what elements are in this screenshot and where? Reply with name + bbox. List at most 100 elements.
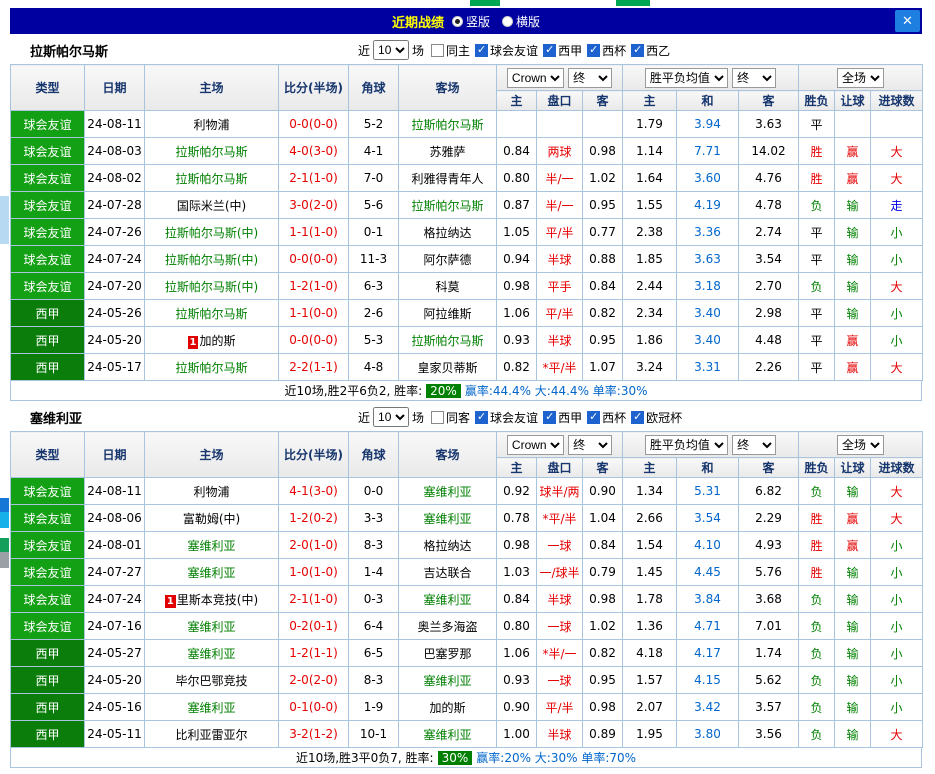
eu-away-odds-cell: 2.29 xyxy=(739,505,799,532)
result-cell: 胜 xyxy=(799,138,835,165)
date-cell: 24-05-16 xyxy=(85,694,145,721)
league-filter-checkbox[interactable]: 西乙 xyxy=(631,42,670,59)
home-team-cell: 利物浦 xyxy=(145,478,279,505)
handicap-line-cell: 半球 xyxy=(537,586,583,613)
score-cell: 1-0(1-0) xyxy=(279,559,349,586)
away-team-name: 科莫 xyxy=(435,280,459,294)
type-cell: 西甲 xyxy=(11,354,85,381)
goals-result-cell: 小 xyxy=(871,559,923,586)
match-count-select[interactable]: 10 xyxy=(373,407,409,427)
result-cell: 平 xyxy=(799,327,835,354)
eu-draw-odds-cell: 7.71 xyxy=(677,138,739,165)
home-team-cell: 拉斯帕尔马斯 xyxy=(145,300,279,327)
date-cell: 24-08-02 xyxy=(85,165,145,192)
table-row: 西甲 24-05-26 拉斯帕尔马斯 1-1(0-0) 2-6 阿拉维斯 1.0… xyxy=(11,300,923,327)
score-cell: 0-0(0-0) xyxy=(279,327,349,354)
away-team-name: 皇家贝蒂斯 xyxy=(417,361,477,375)
league-filter-checkbox[interactable]: 西杯 xyxy=(587,409,626,426)
full-match-select[interactable]: 全场 xyxy=(837,68,884,88)
final-odds-select[interactable]: 终 xyxy=(568,435,612,455)
league-filter-checkbox[interactable]: 西甲 xyxy=(543,42,582,59)
eu-draw-odds-cell: 3.42 xyxy=(677,694,739,721)
score-cell: 0-1(0-0) xyxy=(279,694,349,721)
avg-odds-select[interactable]: 胜平负均值 xyxy=(645,68,728,88)
handicap-result-cell: 赢 xyxy=(835,505,871,532)
type-cell: 球会友谊 xyxy=(11,273,85,300)
ah-home-odds-cell: 0.90 xyxy=(497,694,537,721)
goals-result-cell: 小 xyxy=(871,246,923,273)
full-match-select[interactable]: 全场 xyxy=(837,435,884,455)
eu-draw-odds-cell: 3.40 xyxy=(677,300,739,327)
final-avg-select[interactable]: 终 xyxy=(732,435,776,455)
result-cell: 负 xyxy=(799,192,835,219)
handicap-line-cell: 平手 xyxy=(537,273,583,300)
handicap-line-cell: 平/半 xyxy=(537,219,583,246)
handicap-line-cell: 半球 xyxy=(537,327,583,354)
edge-block-blue[interactable] xyxy=(0,498,9,512)
same-venue-filter[interactable]: 同客 xyxy=(431,409,470,426)
ah-home-odds-cell: 1.06 xyxy=(497,300,537,327)
edge-block-green[interactable] xyxy=(0,538,9,552)
home-team-cell: 1里斯本竞技(中) xyxy=(145,586,279,613)
edge-block-gray[interactable] xyxy=(0,552,9,568)
league-filter-checkbox[interactable]: 西杯 xyxy=(587,42,626,59)
corners-cell: 5-3 xyxy=(349,327,399,354)
final-odds-select[interactable]: 终 xyxy=(568,68,612,88)
col-header-eu-away: 客 xyxy=(739,458,799,478)
score-cell: 2-0(2-0) xyxy=(279,667,349,694)
eu-draw-odds-cell: 3.94 xyxy=(677,111,739,138)
col-header-eu-away: 客 xyxy=(739,91,799,111)
same-venue-filter[interactable]: 同主 xyxy=(431,42,470,59)
goals-result-cell: 大 xyxy=(871,165,923,192)
vertical-layout-radio[interactable]: 竖版 xyxy=(452,13,490,30)
match-count-select[interactable]: 10 xyxy=(373,40,409,60)
summary-row: 近10场,胜3平0负7, 胜率: 30% 赢率:20% 大:30% 单率:70% xyxy=(10,748,922,768)
handicap-line-cell: *平/半 xyxy=(537,505,583,532)
eu-home-odds-cell: 1.78 xyxy=(623,586,677,613)
horizontal-layout-radio[interactable]: 横版 xyxy=(502,13,540,30)
eu-home-odds-cell: 2.66 xyxy=(623,505,677,532)
col-header-away: 客场 xyxy=(399,65,497,111)
ah-home-odds-cell: 1.03 xyxy=(497,559,537,586)
home-team-name: 利物浦 xyxy=(193,485,229,499)
score-cell: 3-2(1-2) xyxy=(279,721,349,748)
home-team-name: 加的斯 xyxy=(199,334,235,348)
table-row: 西甲 24-05-16 塞维利亚 0-1(0-0) 1-9 加的斯 0.90 平… xyxy=(11,694,923,721)
date-cell: 24-08-01 xyxy=(85,532,145,559)
eu-draw-odds-cell: 3.18 xyxy=(677,273,739,300)
win-rate-badge: 30% xyxy=(438,751,473,765)
corners-cell: 8-3 xyxy=(349,532,399,559)
away-team-name: 格拉纳达 xyxy=(423,226,471,240)
table-row: 西甲 24-05-20 毕尔巴鄂竞技 2-0(2-0) 8-3 塞维利亚 0.9… xyxy=(11,667,923,694)
ah-home-odds-cell: 0.93 xyxy=(497,667,537,694)
goals-result-cell: 大 xyxy=(871,138,923,165)
score-cell: 1-2(1-0) xyxy=(279,273,349,300)
eu-home-odds-cell: 1.54 xyxy=(623,532,677,559)
league-filter-checkbox[interactable]: 球会友谊 xyxy=(475,42,538,59)
ah-home-odds-cell: 0.93 xyxy=(497,327,537,354)
avg-odds-select[interactable]: 胜平负均值 xyxy=(645,435,728,455)
table-row: 球会友谊 24-08-11 利物浦 0-0(0-0) 5-2 拉斯帕尔马斯 1.… xyxy=(11,111,923,138)
handicap-result-cell: 输 xyxy=(835,667,871,694)
handicap-line-cell: 平/半 xyxy=(537,300,583,327)
league-filter-checkbox[interactable]: 欧冠杯 xyxy=(631,409,682,426)
radio-label: 竖版 xyxy=(466,13,490,30)
date-cell: 24-07-27 xyxy=(85,559,145,586)
close-button[interactable]: ✕ xyxy=(895,10,920,32)
score-cell: 4-1(3-0) xyxy=(279,478,349,505)
bookmaker-select[interactable]: Crown xyxy=(507,435,564,455)
summary-text: 近10场,胜2平6负2, 胜率: xyxy=(284,382,422,399)
edge-block-cyan[interactable] xyxy=(0,512,9,528)
date-cell: 24-08-06 xyxy=(85,505,145,532)
ah-away-odds-cell: 0.98 xyxy=(583,586,623,613)
eu-draw-odds-cell: 4.71 xyxy=(677,613,739,640)
home-team-name: 毕尔巴鄂竞技 xyxy=(175,674,247,688)
bookmaker-select[interactable]: Crown xyxy=(507,68,564,88)
eu-draw-odds-cell: 3.60 xyxy=(677,165,739,192)
league-filter-checkbox[interactable]: 球会友谊 xyxy=(475,409,538,426)
league-filter-checkbox[interactable]: 西甲 xyxy=(543,409,582,426)
score-cell: 3-0(2-0) xyxy=(279,192,349,219)
final-avg-select[interactable]: 终 xyxy=(732,68,776,88)
away-team-name: 奥兰多海盗 xyxy=(417,620,477,634)
handicap-line-cell: 平/半 xyxy=(537,694,583,721)
